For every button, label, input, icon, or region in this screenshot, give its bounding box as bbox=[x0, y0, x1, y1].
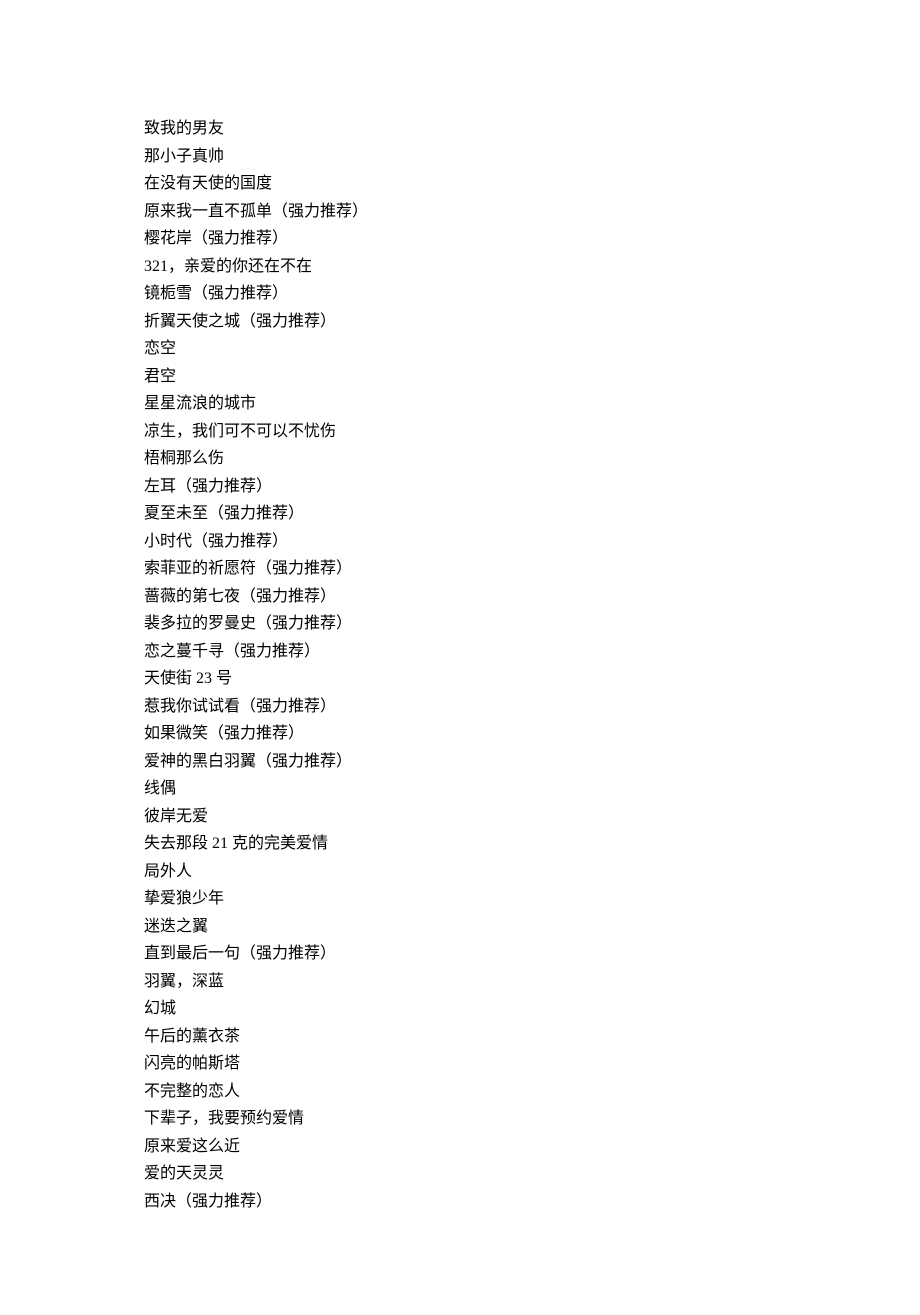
list-item: 原来我一直不孤单（强力推荐） bbox=[144, 198, 920, 226]
list-item: 不完整的恋人 bbox=[144, 1078, 920, 1106]
list-item: 原来爱这么近 bbox=[144, 1133, 920, 1161]
list-item: 闪亮的帕斯塔 bbox=[144, 1050, 920, 1078]
list-item: 线偶 bbox=[144, 775, 920, 803]
list-item: 小时代（强力推荐） bbox=[144, 528, 920, 556]
list-item: 挚爱狼少年 bbox=[144, 885, 920, 913]
list-item: 惹我你试试看（强力推荐） bbox=[144, 693, 920, 721]
list-item: 爱的天灵灵 bbox=[144, 1160, 920, 1188]
list-item: 直到最后一句（强力推荐） bbox=[144, 940, 920, 968]
list-item: 午后的薰衣茶 bbox=[144, 1023, 920, 1051]
list-item: 西决（强力推荐） bbox=[144, 1188, 920, 1216]
list-item: 梧桐那么伤 bbox=[144, 445, 920, 473]
list-item: 羽翼，深蓝 bbox=[144, 968, 920, 996]
list-item: 321，亲爱的你还在不在 bbox=[144, 253, 920, 281]
list-item: 彼岸无爱 bbox=[144, 803, 920, 831]
list-item: 失去那段 21 克的完美爱情 bbox=[144, 830, 920, 858]
list-item: 凉生，我们可不可以不忧伤 bbox=[144, 418, 920, 446]
list-item: 致我的男友 bbox=[144, 115, 920, 143]
list-item: 如果微笑（强力推荐） bbox=[144, 720, 920, 748]
list-item: 君空 bbox=[144, 363, 920, 391]
list-item: 在没有天使的国度 bbox=[144, 170, 920, 198]
document-page: 致我的男友 那小子真帅 在没有天使的国度 原来我一直不孤单（强力推荐） 樱花岸（… bbox=[0, 0, 920, 1315]
list-item: 天使街 23 号 bbox=[144, 665, 920, 693]
list-item: 折翼天使之城（强力推荐） bbox=[144, 308, 920, 336]
list-item: 幻城 bbox=[144, 995, 920, 1023]
list-item: 局外人 bbox=[144, 858, 920, 886]
list-item: 下辈子，我要预约爱情 bbox=[144, 1105, 920, 1133]
list-item: 左耳（强力推荐） bbox=[144, 473, 920, 501]
list-item: 夏至未至（强力推荐） bbox=[144, 500, 920, 528]
list-item: 裴多拉的罗曼史（强力推荐） bbox=[144, 610, 920, 638]
list-item: 星星流浪的城市 bbox=[144, 390, 920, 418]
list-item: 樱花岸（强力推荐） bbox=[144, 225, 920, 253]
list-item: 蔷薇的第七夜（强力推荐） bbox=[144, 583, 920, 611]
list-item: 镜栀雪（强力推荐） bbox=[144, 280, 920, 308]
list-item: 迷迭之翼 bbox=[144, 913, 920, 941]
list-item: 爱神的黑白羽翼（强力推荐） bbox=[144, 748, 920, 776]
list-item: 索菲亚的祈愿符（强力推荐） bbox=[144, 555, 920, 583]
list-item: 恋空 bbox=[144, 335, 920, 363]
list-item: 恋之蔓千寻（强力推荐） bbox=[144, 638, 920, 666]
list-item: 那小子真帅 bbox=[144, 143, 920, 171]
